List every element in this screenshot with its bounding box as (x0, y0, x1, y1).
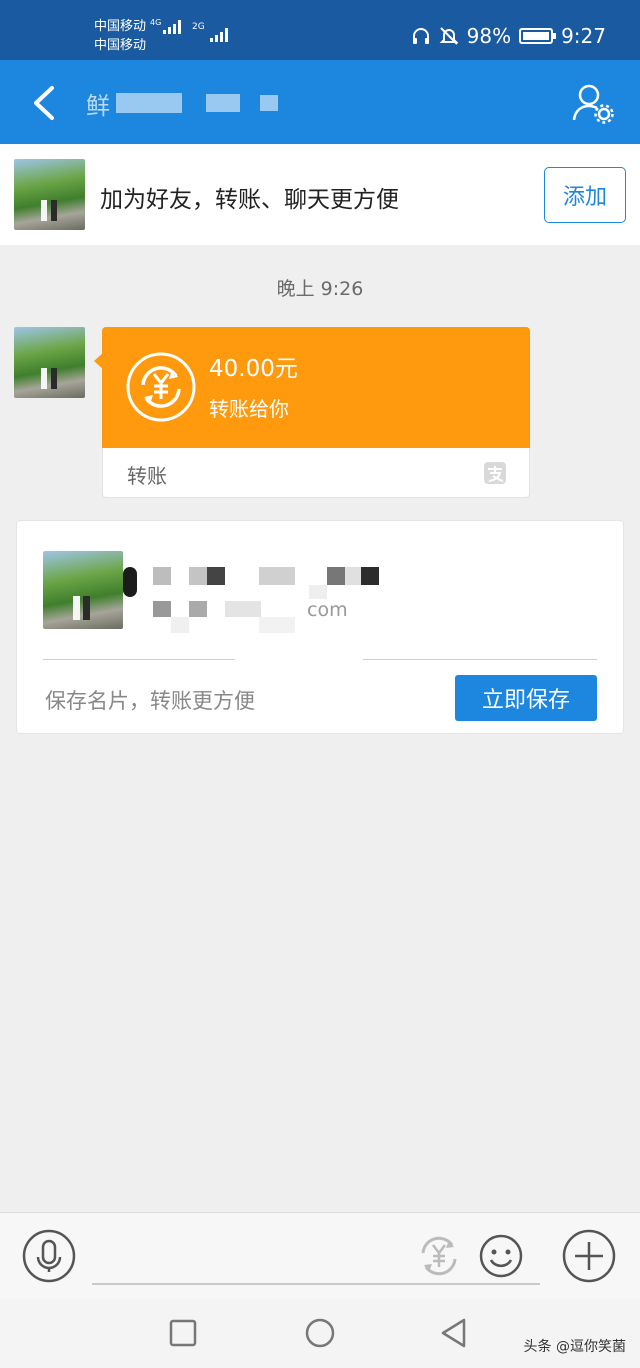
chat-title: 鲜 (86, 86, 278, 120)
back-triangle-icon[interactable] (436, 1314, 474, 1352)
chevron-left-icon[interactable] (28, 84, 60, 122)
blurred-name: com (123, 563, 383, 635)
divider (43, 659, 235, 660)
recents-icon[interactable] (164, 1314, 202, 1352)
blurred-name (116, 93, 182, 113)
divider (363, 659, 597, 660)
contact-card: com 保存名片，转账更方便 立即保存 (16, 520, 624, 734)
transfer-message[interactable]: 40.00元 转账给你 转账 (94, 327, 530, 498)
transfer-header: 40.00元 转账给你 (102, 327, 530, 448)
battery-icon (519, 28, 557, 44)
clock: 9:27 (561, 24, 606, 48)
watermark: 头条 @逗你笑菌 (523, 1339, 626, 1355)
transfer-label: 转账 (127, 464, 167, 488)
battery-percent: 98% (466, 24, 512, 48)
user-settings-icon[interactable] (572, 82, 614, 124)
alipay-icon (484, 462, 506, 484)
email-fragment: com (307, 599, 348, 621)
input-bar (0, 1212, 640, 1298)
sender-avatar[interactable] (14, 327, 85, 398)
headphones-icon (412, 28, 429, 44)
yuan-exchange-icon[interactable] (414, 1231, 464, 1281)
card-avatar (43, 551, 123, 629)
blurred-name (260, 95, 278, 111)
chat-title-text: 鲜 (86, 91, 110, 120)
add-friend-text: 加为好友，转账、聊天更方便 (100, 187, 399, 213)
mute-bell-icon (439, 27, 459, 45)
blurred-name (206, 94, 240, 112)
add-friend-banner: 加为好友，转账、聊天更方便 添加 (0, 144, 640, 245)
bubble-tail (94, 352, 104, 370)
smile-icon[interactable] (478, 1233, 524, 1279)
carrier-1-name: 中国移动 (94, 19, 147, 34)
transfer-description: 转账给你 (209, 397, 289, 421)
title-bar: 鲜 (0, 60, 640, 144)
yuan-exchange-icon (126, 352, 196, 422)
status-bar: 中国移动 4G 中国移动 2G 98% 9:27 (0, 0, 640, 60)
save-card-hint: 保存名片，转账更方便 (45, 689, 255, 713)
microphone-icon[interactable] (22, 1229, 76, 1283)
signal-1-icon (163, 19, 182, 34)
save-card-button[interactable]: 立即保存 (455, 675, 597, 721)
carrier-info: 中国移动 4G 中国移动 (94, 17, 182, 55)
avatar[interactable] (14, 159, 85, 230)
carrier-1-network: 4G (150, 18, 162, 27)
carrier-2-network: 2G (192, 22, 205, 32)
home-icon[interactable] (301, 1314, 339, 1352)
carrier-2-name: 中国移动 (94, 38, 147, 53)
message-input[interactable] (92, 1283, 540, 1285)
plus-icon[interactable] (562, 1229, 616, 1283)
signal-2-icon (210, 28, 228, 42)
add-friend-button[interactable]: 添加 (544, 167, 626, 223)
message-timestamp: 晚上 9:26 (276, 278, 364, 300)
system-nav-bar: 头条 @逗你笑菌 (0, 1298, 640, 1368)
transfer-amount: 40.00元 (209, 356, 298, 382)
